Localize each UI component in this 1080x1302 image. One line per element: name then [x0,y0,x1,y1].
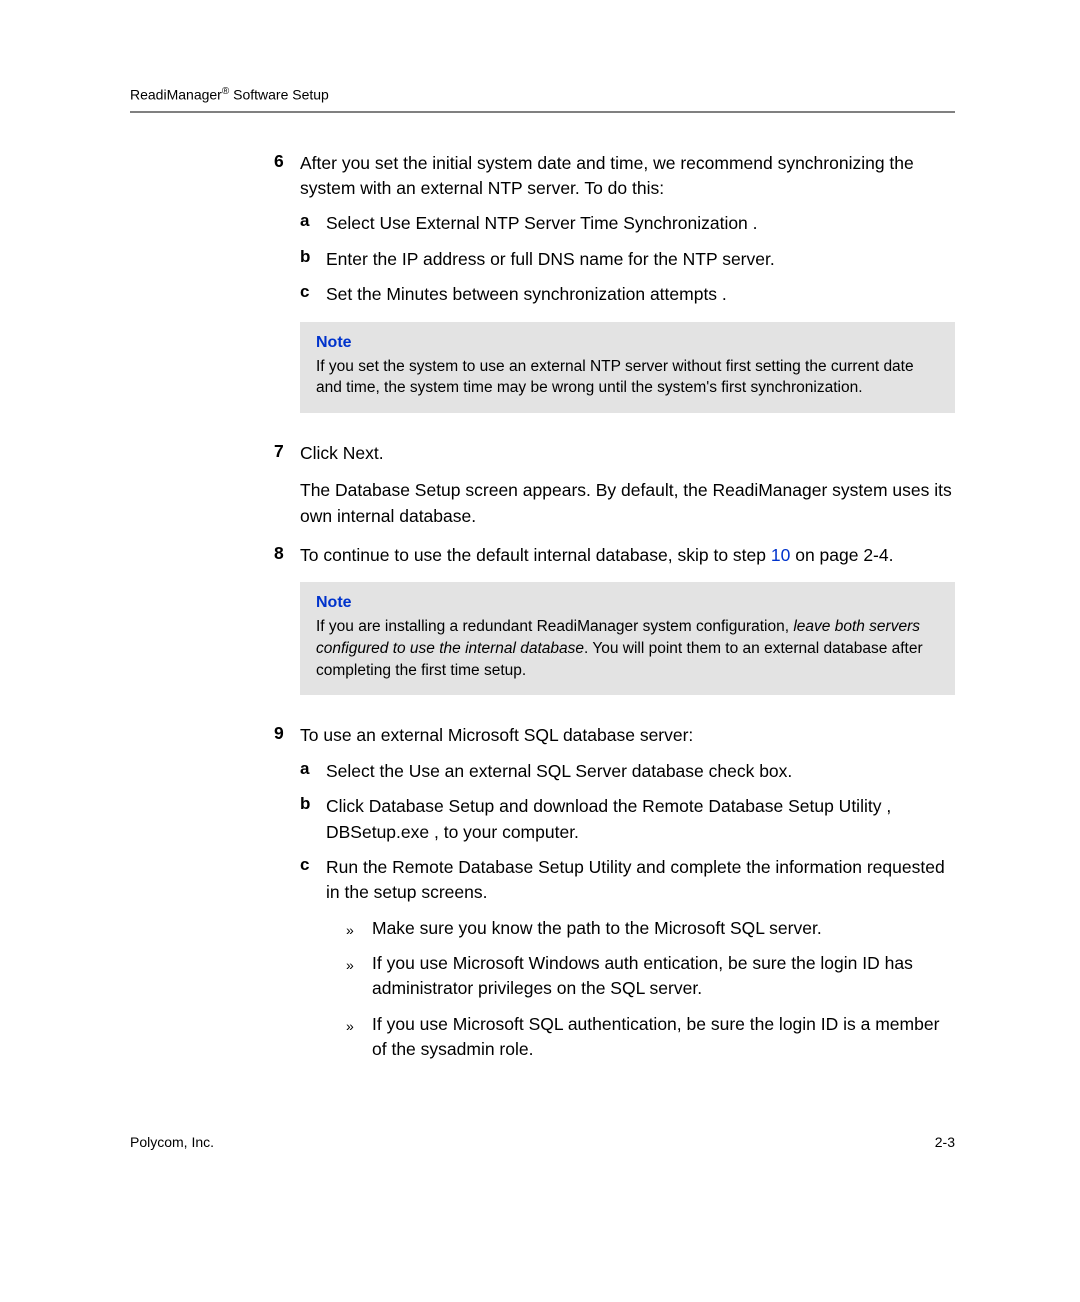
step-text: To continue to use the default internal … [300,543,955,568]
bullet-text: If you use Microsoft Windows auth entica… [372,953,913,998]
step-6c: c Set the Minutes between synchronizatio… [326,282,955,307]
step-6a: a Select Use External NTP Server Time Sy… [326,211,955,236]
sub-letter: c [300,282,309,302]
sub-text: Enter the IP address or full DNS name fo… [326,247,955,272]
step-8: 8 To continue to use the default interna… [300,543,955,568]
bullet-text: If you use Microsoft SQL authentication,… [372,1014,939,1059]
sub-letter: b [300,247,310,267]
header-title-suffix: Software Setup [229,87,329,103]
footer-company: Polycom, Inc. [130,1134,214,1150]
step-9-sublist: a Select the Use an external SQL Server … [326,759,955,1063]
bullet-item: » Make sure you know the path to the Mic… [352,916,955,941]
bullet-marker: » [346,920,354,940]
step-9: 9 To use an external Microsoft SQL datab… [300,723,955,1062]
sub-letter: c [300,855,309,875]
note-title: Note [316,594,939,612]
step-8-pre: To continue to use the default internal … [300,545,771,565]
step-6: 6 After you set the initial system date … [300,151,955,308]
step-9c-bullets: » Make sure you know the path to the Mic… [352,916,955,1063]
step-number: 6 [274,151,284,172]
step-number: 9 [274,723,284,744]
step-9b: b Click Database Setup and download the … [326,794,955,845]
sub-letter: a [300,211,309,231]
bullet-text: Make sure you know the path to the Micro… [372,918,822,938]
footer: Polycom, Inc. 2-3 [130,1134,955,1150]
step-6-sublist: a Select Use External NTP Server Time Sy… [326,211,955,307]
sub-text: Set the Minutes between synchronization … [326,282,955,307]
step-number: 7 [274,441,284,462]
sub-text: Select the Use an external SQL Server da… [326,759,955,784]
sub-text: Click Database Setup and download the Re… [326,794,955,845]
bullet-item: » If you use Microsoft Windows auth enti… [352,951,955,1002]
step-7-extra: The Database Setup screen appears. By de… [300,478,955,529]
sub-text: Run the Remote Database Setup Utility an… [326,855,955,906]
page-header: ReadiManager® Software Setup [130,86,955,103]
note-box-1: Note If you set the system to use an ext… [300,322,955,413]
step-9c: c Run the Remote Database Setup Utility … [326,855,955,1063]
page: ReadiManager® Software Setup 6 After you… [0,0,1080,1302]
note-text: If you set the system to use an external… [316,356,939,399]
step-number: 8 [274,543,284,564]
header-divider [130,111,955,113]
note2-pre: If you are installing a redundant ReadiM… [316,618,793,635]
bullet-item: » If you use Microsoft SQL authenticatio… [352,1012,955,1063]
step-text: To use an external Microsoft SQL databas… [300,723,955,748]
step-7: 7 Click Next. The Database Setup screen … [300,441,955,529]
bullet-marker: » [346,955,354,975]
step-9a: a Select the Use an external SQL Server … [326,759,955,784]
content: 6 After you set the initial system date … [300,151,955,1063]
header-title-prefix: ReadiManager [130,87,222,103]
step-8-post: on page 2-4. [790,545,893,565]
step-text: Click Next. [300,441,955,466]
sub-letter: a [300,759,309,779]
bullet-marker: » [346,1016,354,1036]
step-6b: b Enter the IP address or full DNS name … [326,247,955,272]
note-title: Note [316,334,939,352]
note-box-2: Note If you are installing a redundant R… [300,582,955,695]
step-8-link[interactable]: 10 [771,545,790,565]
note-text: If you are installing a redundant ReadiM… [316,616,939,681]
sub-text: Select Use External NTP Server Time Sync… [326,211,955,236]
sub-letter: b [300,794,310,814]
footer-page-number: 2-3 [935,1134,955,1150]
step-text: After you set the initial system date an… [300,151,955,202]
